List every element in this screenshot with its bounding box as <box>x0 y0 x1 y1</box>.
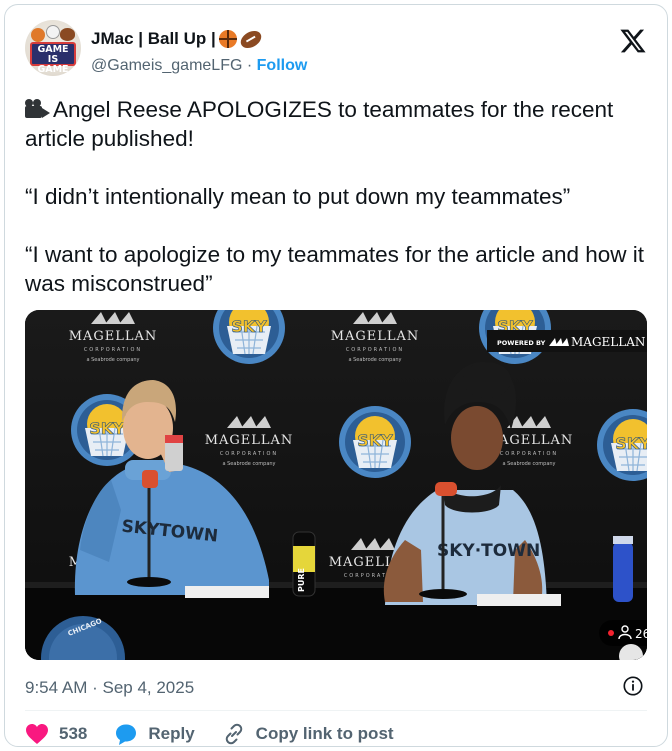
football-icon <box>60 28 75 41</box>
jersey-right-text: SKY·TOWN <box>437 541 540 561</box>
tweet-paragraph: “I didn’t intentionally mean to put down… <box>25 184 571 209</box>
action-bar: 538 Reply Copy link to post <box>25 721 421 746</box>
viewer-count: 26 <box>635 627 647 641</box>
bottle-brand: PURE <box>297 568 306 592</box>
football-emoji-icon <box>237 27 265 51</box>
follow-link[interactable]: Follow <box>257 57 308 74</box>
basketball-emoji-icon <box>218 30 237 48</box>
video-frame: SKY MAGELLAN CORPORATION a Seabrode comp… <box>25 310 647 660</box>
reply-button[interactable]: Reply <box>114 722 195 746</box>
tweet-paragraph: “I want to apologize to my teammates for… <box>25 242 645 296</box>
tweet-timestamp[interactable]: 9:54 AM · Sep 4, 2025 <box>25 678 194 698</box>
sponsor-name: MAGELLAN <box>571 335 645 349</box>
divider <box>25 710 647 711</box>
basketball-icon <box>31 28 45 42</box>
tweet-card: GAME IS GAME JMac | Ball Up | @Gameis_ga… <box>4 4 668 747</box>
reply-label: Reply <box>148 724 195 743</box>
heart-icon <box>26 724 48 744</box>
tweet-paragraph: Angel Reese APOLOGIZES to teammates for … <box>25 97 614 151</box>
video-camera-icon <box>25 99 51 119</box>
avatar[interactable]: GAME IS GAME <box>25 20 81 76</box>
handle[interactable]: @Gameis_gameLFG <box>91 57 242 74</box>
separator: · <box>246 57 253 74</box>
copy-link-label: Copy link to post <box>255 724 394 743</box>
live-dot-icon <box>608 630 614 636</box>
like-count: 538 <box>59 724 88 743</box>
baseball-icon <box>46 25 60 39</box>
display-name[interactable]: JMac | Ball Up | <box>91 27 265 51</box>
avatar-logo: GAME IS GAME <box>30 42 76 75</box>
info-icon[interactable] <box>622 675 644 697</box>
reply-bubble-icon <box>116 724 137 745</box>
tweet-text: Angel Reese APOLOGIZES to teammates for … <box>25 95 650 298</box>
link-icon <box>225 723 242 745</box>
copy-link-button[interactable]: Copy link to post <box>222 722 394 746</box>
video-media[interactable]: SKY MAGELLAN CORPORATION a Seabrode comp… <box>25 310 647 660</box>
like-button[interactable]: 538 <box>25 723 87 745</box>
display-name-text: JMac | Ball Up | <box>91 29 216 48</box>
sponsor-powered-by: POWERED BY <box>497 339 546 347</box>
x-logo-icon[interactable] <box>619 27 647 55</box>
handle-line: @Gameis_gameLFG · Follow <box>91 57 307 75</box>
